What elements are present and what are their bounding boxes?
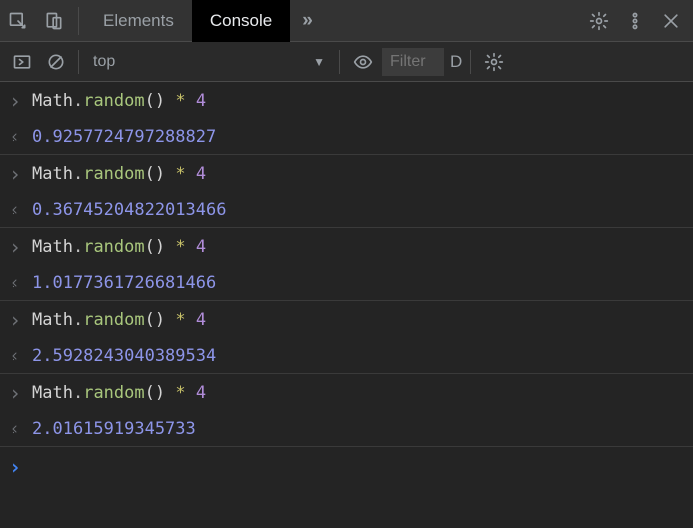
clear-console-icon[interactable] — [40, 46, 72, 78]
console-toolbar: top ▼ D — [0, 42, 693, 82]
console-result: 0.9257724797288827 — [32, 127, 216, 147]
console-output: › Math.random() * 4 0.9257724797288827 › Mat… — [0, 82, 693, 487]
console-output-line: 2.01615919345733 — [0, 412, 693, 446]
devtools-tab-bar: Elements Console » — [0, 0, 693, 42]
divider — [78, 50, 79, 74]
console-expression: Math.random() * 4 — [32, 91, 206, 111]
console-entry: › Math.random() * 4 2.5928243040389534 — [0, 301, 693, 374]
console-input-line: › Math.random() * 4 — [0, 155, 693, 193]
console-expression: Math.random() * 4 — [32, 383, 206, 403]
console-input-line: › Math.random() * 4 — [0, 374, 693, 412]
console-expression: Math.random() * 4 — [32, 164, 206, 184]
live-expression-eye-icon[interactable] — [346, 46, 380, 78]
console-input-line: › Math.random() * 4 — [0, 301, 693, 339]
prompt-chevron-icon: › — [8, 455, 22, 479]
console-entry: › Math.random() * 4 2.01615919345733 — [0, 374, 693, 447]
filter-input[interactable] — [382, 48, 444, 76]
console-expression: Math.random() * 4 — [32, 237, 206, 257]
input-chevron-icon: › — [8, 308, 22, 332]
kebab-menu-icon[interactable] — [617, 0, 653, 42]
execution-context-select[interactable]: top ▼ — [85, 47, 333, 77]
close-devtools-icon[interactable] — [653, 0, 689, 42]
console-prompt[interactable]: › — [0, 447, 693, 487]
output-arrow-icon — [8, 423, 22, 435]
console-output-line: 1.0177361726681466 — [0, 266, 693, 300]
settings-gear-icon[interactable] — [581, 0, 617, 42]
divider — [470, 50, 471, 74]
input-chevron-icon: › — [8, 235, 22, 259]
console-input-line: › Math.random() * 4 — [0, 82, 693, 120]
console-result: 2.01615919345733 — [32, 419, 196, 439]
console-entry: › Math.random() * 4 0.36745204822013466 — [0, 155, 693, 228]
console-input-line: › Math.random() * 4 — [0, 228, 693, 266]
console-result: 0.36745204822013466 — [32, 200, 226, 220]
tab-console[interactable]: Console — [192, 0, 290, 42]
output-arrow-icon — [8, 350, 22, 362]
console-expression: Math.random() * 4 — [32, 310, 206, 330]
console-output-line: 0.36745204822013466 — [0, 193, 693, 227]
output-arrow-icon — [8, 277, 22, 289]
inspect-element-icon[interactable] — [0, 0, 36, 42]
console-result: 2.5928243040389534 — [32, 346, 216, 366]
input-chevron-icon: › — [8, 89, 22, 113]
input-chevron-icon: › — [8, 162, 22, 186]
divider — [78, 7, 79, 35]
more-tabs-button[interactable]: » — [290, 0, 325, 42]
console-entry: › Math.random() * 4 1.0177361726681466 — [0, 228, 693, 301]
context-label: top — [93, 53, 115, 71]
device-toggle-icon[interactable] — [36, 0, 72, 42]
input-chevron-icon: › — [8, 381, 22, 405]
toggle-sidebar-icon[interactable] — [6, 46, 38, 78]
log-levels-truncated[interactable]: D — [446, 52, 464, 72]
console-output-line: 0.9257724797288827 — [0, 120, 693, 154]
console-result: 1.0177361726681466 — [32, 273, 216, 293]
console-entry: › Math.random() * 4 0.9257724797288827 — [0, 82, 693, 155]
output-arrow-icon — [8, 131, 22, 143]
tab-elements[interactable]: Elements — [85, 0, 192, 42]
console-output-line: 2.5928243040389534 — [0, 339, 693, 373]
chevron-down-icon: ▼ — [313, 55, 325, 69]
console-settings-gear-icon[interactable] — [477, 46, 511, 78]
divider — [339, 50, 340, 74]
output-arrow-icon — [8, 204, 22, 216]
